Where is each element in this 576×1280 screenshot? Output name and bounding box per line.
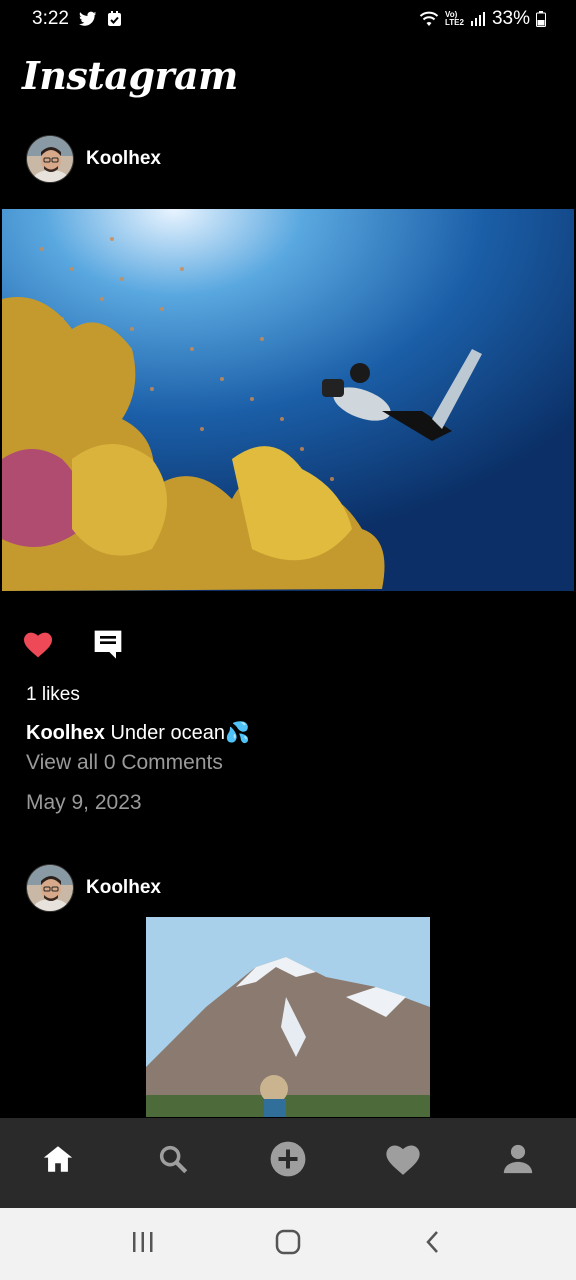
signal-icon — [470, 11, 486, 27]
post-image-ocean[interactable] — [2, 209, 574, 591]
back-icon[interactable] — [423, 1229, 443, 1260]
comment-icon[interactable] — [92, 628, 124, 665]
nav-profile[interactable] — [488, 1131, 548, 1191]
nav-search[interactable] — [143, 1131, 203, 1191]
profile-icon[interactable] — [501, 1142, 535, 1181]
status-right: Vo) LTE2 33% — [419, 8, 546, 30]
battery-icon — [536, 11, 546, 27]
add-icon[interactable] — [269, 1140, 307, 1183]
network-type: Vo) LTE2 — [445, 11, 464, 27]
post-date: May 9, 2023 — [26, 791, 142, 814]
post-header[interactable]: Koolhex — [26, 134, 161, 184]
wifi-icon — [419, 11, 439, 27]
status-time: 3:22 — [32, 8, 69, 29]
recent-apps-button[interactable] — [113, 1214, 173, 1274]
app-header: Instagram — [22, 44, 238, 106]
system-back-button[interactable] — [403, 1214, 463, 1274]
heart-icon[interactable] — [384, 1141, 422, 1182]
post-image-mountain[interactable] — [146, 917, 430, 1117]
system-nav — [0, 1208, 576, 1280]
system-home-button[interactable] — [258, 1214, 318, 1274]
nav-add[interactable] — [258, 1131, 318, 1191]
post-header[interactable]: Koolhex — [26, 863, 161, 913]
lte-label: LTE2 — [445, 18, 464, 27]
post-username[interactable]: Koolhex — [86, 877, 161, 899]
caption-text: Under ocean💦 — [110, 722, 250, 744]
post-actions — [22, 628, 124, 665]
home-icon[interactable] — [41, 1142, 75, 1181]
like-heart-icon[interactable] — [22, 629, 54, 664]
post-caption: Koolhex Under ocean💦 — [26, 720, 250, 745]
battery-percent: 33% — [491, 8, 530, 29]
status-left: 3:22 — [32, 8, 122, 30]
view-comments-link[interactable]: View all 0 Comments — [26, 751, 223, 775]
search-icon[interactable] — [156, 1142, 190, 1181]
caption-username[interactable]: Koolhex — [26, 722, 105, 744]
nav-home[interactable] — [28, 1131, 88, 1191]
avatar[interactable] — [26, 135, 74, 183]
recent-apps-icon[interactable] — [130, 1230, 156, 1259]
nav-activity[interactable] — [373, 1131, 433, 1191]
avatar[interactable] — [26, 864, 74, 912]
home-button-icon[interactable] — [274, 1228, 302, 1261]
checkbox-notification-icon — [107, 11, 122, 27]
bottom-nav — [0, 1118, 576, 1208]
instagram-logo: Instagram — [22, 52, 238, 98]
likes-count[interactable]: 1 likes — [26, 684, 80, 706]
twitter-icon — [78, 11, 97, 27]
post-username[interactable]: Koolhex — [86, 148, 161, 170]
status-bar: 3:22 Vo) LTE2 33% — [0, 0, 576, 38]
